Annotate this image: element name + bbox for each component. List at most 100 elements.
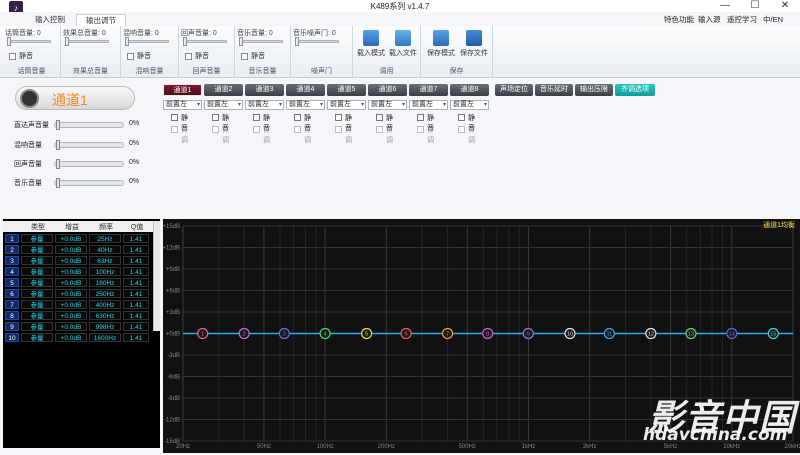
- reverb-volume-thumb[interactable]: [56, 140, 60, 150]
- position-select-4[interactable]: 前置左 ▾: [286, 100, 325, 110]
- menu-special-features[interactable]: 特色功能: [664, 14, 694, 26]
- menu-remote-learning[interactable]: 遥控学习: [727, 14, 757, 26]
- menu-input-source[interactable]: 输入源: [698, 14, 721, 26]
- echo-volume-thumb[interactable]: [56, 159, 60, 169]
- peq-cell-gain[interactable]: +0.0dB: [55, 234, 87, 243]
- function-tab-1[interactable]: 声场定位: [495, 84, 533, 96]
- peq-cell-q[interactable]: 1.41: [123, 245, 149, 254]
- peq-cell-q[interactable]: 1.41: [123, 311, 149, 320]
- mute-checkbox-6[interactable]: [376, 114, 383, 121]
- peq-cell-type[interactable]: 参量: [21, 300, 53, 309]
- table-row[interactable]: 7 参量 +0.0dB 400Hz 1.41: [3, 299, 153, 310]
- peq-cell-type[interactable]: 参量: [21, 278, 53, 287]
- table-row[interactable]: 5 参量 +0.0dB 160Hz 1.41: [3, 277, 153, 288]
- effect-volume-thumb[interactable]: [65, 37, 69, 46]
- reverb-volume-slider[interactable]: [127, 40, 169, 43]
- position-select-3[interactable]: 前置左 ▾: [245, 100, 284, 110]
- align-checkbox-7[interactable]: [417, 126, 424, 133]
- music-mute-checkbox[interactable]: [241, 53, 248, 60]
- peq-cell-q[interactable]: 1.41: [123, 289, 149, 298]
- save-mode-button[interactable]: 保存模式: [425, 30, 457, 58]
- function-tab-3[interactable]: 输出压限: [575, 84, 613, 96]
- peq-cell-gain[interactable]: +0.0dB: [55, 300, 87, 309]
- table-row[interactable]: 2 参量 +0.0dB 40Hz 1.41: [3, 244, 153, 255]
- mute-checkbox-1[interactable]: [171, 114, 178, 121]
- table-row[interactable]: 3 参量 +0.0dB 63Hz 1.41: [3, 255, 153, 266]
- peq-cell-freq[interactable]: 630Hz: [89, 311, 121, 320]
- table-row[interactable]: 6 参量 +0.0dB 250Hz 1.41: [3, 288, 153, 299]
- position-select-2[interactable]: 前置左 ▾: [204, 100, 243, 110]
- effect-volume-slider[interactable]: [67, 40, 109, 43]
- channel-tab-7[interactable]: 通道7: [409, 84, 448, 96]
- peq-cell-type[interactable]: 参量: [21, 289, 53, 298]
- peq-cell-type[interactable]: 参量: [21, 311, 53, 320]
- peq-cell-freq[interactable]: 40Hz: [89, 245, 121, 254]
- minimize-button[interactable]: —: [710, 0, 740, 12]
- mute-checkbox-8[interactable]: [458, 114, 465, 121]
- peq-cell-type[interactable]: 参量: [21, 234, 53, 243]
- peq-cell-q[interactable]: 1.41: [123, 267, 149, 276]
- music-volume-track[interactable]: [54, 180, 124, 186]
- table-row[interactable]: 1 参量 +0.0dB 25Hz 1.41: [3, 233, 153, 244]
- position-select-7[interactable]: 前置左 ▾: [409, 100, 448, 110]
- peq-cell-gain[interactable]: +0.0dB: [55, 245, 87, 254]
- channel-tab-4[interactable]: 通道4: [286, 84, 325, 96]
- channel-tab-1[interactable]: 通道1: [163, 84, 202, 96]
- peq-cell-type[interactable]: 参量: [21, 333, 53, 342]
- reverb-volume-thumb[interactable]: [125, 37, 129, 46]
- mute-checkbox-4[interactable]: [294, 114, 301, 121]
- peq-scrollbar[interactable]: [153, 221, 160, 331]
- channel-tab-2[interactable]: 通道2: [204, 84, 243, 96]
- peq-cell-type[interactable]: 参量: [21, 322, 53, 331]
- peq-cell-freq[interactable]: 160Hz: [89, 278, 121, 287]
- align-checkbox-2[interactable]: [212, 126, 219, 133]
- peq-cell-gain[interactable]: +0.0dB: [55, 256, 87, 265]
- align-checkbox-5[interactable]: [335, 126, 342, 133]
- music-volume-thumb[interactable]: [239, 37, 243, 46]
- align-checkbox-4[interactable]: [294, 126, 301, 133]
- echo-volume-slider[interactable]: [185, 40, 227, 43]
- peq-cell-freq[interactable]: 998Hz: [89, 322, 121, 331]
- reverb-volume-track[interactable]: [54, 142, 124, 148]
- direct-volume-thumb[interactable]: [56, 120, 60, 130]
- peq-cell-gain[interactable]: +0.0dB: [55, 267, 87, 276]
- position-select-5[interactable]: 前置左 ▾: [327, 100, 366, 110]
- peq-cell-type[interactable]: 参量: [21, 245, 53, 254]
- peq-cell-q[interactable]: 1.41: [123, 300, 149, 309]
- echo-volume-thumb[interactable]: [183, 37, 187, 46]
- peq-cell-freq[interactable]: 63Hz: [89, 256, 121, 265]
- mute-checkbox-2[interactable]: [212, 114, 219, 121]
- music-volume-thumb[interactable]: [56, 178, 60, 188]
- peq-cell-type[interactable]: 参量: [21, 267, 53, 276]
- load-file-button[interactable]: 载入文件: [387, 30, 419, 58]
- peq-cell-freq[interactable]: 100Hz: [89, 267, 121, 276]
- align-checkbox-6[interactable]: [376, 126, 383, 133]
- peq-cell-q[interactable]: 1.41: [123, 322, 149, 331]
- maximize-button[interactable]: ☐: [740, 0, 770, 12]
- channel-tab-5[interactable]: 通道5: [327, 84, 366, 96]
- peq-cell-type[interactable]: 参量: [21, 256, 53, 265]
- peq-cell-q[interactable]: 1.41: [123, 333, 149, 342]
- peq-cell-freq[interactable]: 25Hz: [89, 234, 121, 243]
- mic-mute-checkbox[interactable]: [9, 53, 16, 60]
- mic-volume-slider[interactable]: [9, 40, 51, 43]
- peq-cell-gain[interactable]: +0.0dB: [55, 289, 87, 298]
- peq-cell-freq[interactable]: 250Hz: [89, 289, 121, 298]
- peq-cell-q[interactable]: 1.41: [123, 234, 149, 243]
- position-select-8[interactable]: 前置左 ▾: [450, 100, 489, 110]
- table-row[interactable]: 4 参量 +0.0dB 100Hz 1.41: [3, 266, 153, 277]
- channel-tab-8[interactable]: 通道8: [450, 84, 489, 96]
- peq-cell-gain[interactable]: +0.0dB: [55, 278, 87, 287]
- tab-output-adjust[interactable]: 输出调节: [76, 14, 126, 26]
- noise-gate-thumb[interactable]: [295, 37, 299, 46]
- reverb-mute-checkbox[interactable]: [127, 53, 134, 60]
- peq-cell-gain[interactable]: +0.0dB: [55, 322, 87, 331]
- align-checkbox-3[interactable]: [253, 126, 260, 133]
- close-button[interactable]: ✕: [770, 0, 800, 12]
- peq-cell-freq[interactable]: 400Hz: [89, 300, 121, 309]
- music-volume-slider[interactable]: [241, 40, 283, 43]
- table-row[interactable]: 8 参量 +0.0dB 630Hz 1.41: [3, 310, 153, 321]
- table-row[interactable]: 10 参量 +0.0dB 1600Hz 1.41: [3, 332, 153, 343]
- function-tab-4[interactable]: 齐调选项: [615, 84, 655, 96]
- direct-volume-track[interactable]: [54, 122, 124, 128]
